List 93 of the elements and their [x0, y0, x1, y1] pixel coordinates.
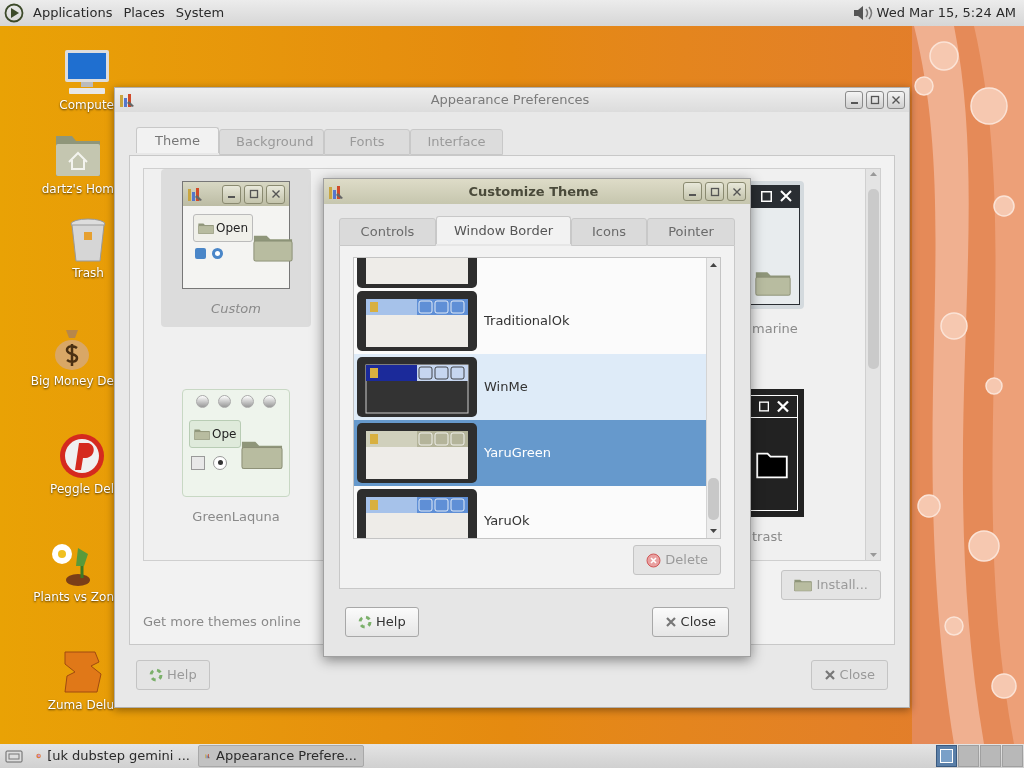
- maximize-icon: [759, 400, 770, 412]
- delete-icon: [646, 552, 662, 568]
- maximize-icon: [709, 186, 720, 197]
- logo-icon[interactable]: [4, 3, 24, 23]
- tab[interactable]: Interface: [410, 129, 503, 155]
- close-icon: [270, 189, 281, 199]
- lifebuoy-icon: [149, 668, 163, 682]
- theme-name: YaruOk: [484, 512, 530, 530]
- theme-name: trast: [751, 527, 783, 546]
- maximize-button[interactable]: [244, 184, 263, 204]
- close-button[interactable]: [266, 184, 285, 204]
- orb-button-icon: [195, 395, 209, 408]
- window-title: Appearance Preferences: [430, 91, 590, 110]
- orb-button-icon: [240, 395, 254, 408]
- lifebuoy-icon: [358, 615, 372, 629]
- themes-online-link[interactable]: Get more themes online: [143, 612, 301, 632]
- tab[interactable]: Theme: [136, 127, 219, 153]
- orb-button-icon: [263, 395, 277, 408]
- desktop-icon-label[interactable]: Zuma Delu: [47, 696, 114, 714]
- scroll-thumb[interactable]: [867, 189, 879, 369]
- maximize-button[interactable]: [705, 182, 724, 201]
- folder-small-icon: [194, 427, 210, 440]
- desktop-icon: [5, 748, 23, 764]
- close-icon: [777, 399, 789, 413]
- minimize-button[interactable]: [683, 182, 702, 201]
- tab[interactable]: Fonts: [324, 129, 410, 155]
- preview-button: Ope: [189, 419, 242, 448]
- theme-name: GreenLaquna: [192, 507, 280, 526]
- close-button[interactable]: [887, 91, 905, 109]
- close-button[interactable]: Close: [651, 607, 729, 637]
- tab[interactable]: Background: [219, 129, 324, 155]
- minimize-icon: [850, 102, 858, 104]
- maximize-button[interactable]: [866, 91, 884, 109]
- minimize-icon: [689, 193, 696, 196]
- theme-row[interactable]: TraditionalOk: [354, 288, 706, 354]
- window-title: Customize Theme: [468, 182, 599, 201]
- tab[interactable]: Controls: [339, 218, 436, 246]
- workspace[interactable]: [936, 745, 957, 767]
- close-icon: [664, 616, 677, 628]
- taskbar-button[interactable]: Appearance Prefere...: [198, 745, 364, 767]
- help-button[interactable]: Help: [345, 607, 419, 637]
- scroll-up-icon[interactable]: [709, 260, 718, 270]
- theme-name: WinMe: [484, 378, 528, 397]
- checkbox-icon: [191, 455, 205, 470]
- desktop-icon-label[interactable]: Compute: [59, 96, 114, 114]
- preview-button: Open: [193, 214, 254, 242]
- panel-menu[interactable]: Places: [121, 3, 167, 23]
- theme-row[interactable]: WinMe: [354, 354, 706, 420]
- checkbox-icon: [195, 248, 206, 259]
- desktop-icon-label[interactable]: Peggle Del: [50, 480, 114, 498]
- folder-small-icon: [198, 222, 214, 234]
- radio-icon: [212, 248, 223, 259]
- tab[interactable]: Icons: [571, 218, 647, 246]
- desktop-icon-label[interactable]: dartz's Hom: [41, 180, 114, 198]
- folder-icon: [755, 269, 791, 296]
- clock[interactable]: Wed Mar 15, 5:24 AM: [876, 3, 1016, 23]
- radio-icon: [213, 455, 227, 470]
- theme-row[interactable]: YaruGreen: [354, 420, 706, 486]
- theme-name: Custom: [211, 300, 261, 318]
- close-icon: [780, 190, 792, 202]
- minimize-icon: [228, 196, 235, 198]
- desktop-icon-label[interactable]: Trash: [72, 264, 104, 282]
- theme-row[interactable]: [354, 258, 706, 288]
- scroll-down-icon[interactable]: [709, 526, 718, 536]
- minimize-button[interactable]: [845, 91, 863, 109]
- theme-name: TraditionalOk: [484, 312, 570, 331]
- scroll-thumb[interactable]: [708, 478, 719, 520]
- orb-button-icon: [218, 395, 232, 408]
- panel-menu[interactable]: Applications: [31, 3, 115, 23]
- scrollbar[interactable]: [706, 258, 720, 538]
- maximize-icon: [248, 189, 259, 199]
- minimize-button[interactable]: [222, 184, 241, 204]
- app-icon: [187, 186, 203, 202]
- maximize-icon: [761, 190, 772, 202]
- close-icon: [823, 669, 836, 681]
- tab[interactable]: Pointer: [647, 218, 735, 246]
- close-icon: [731, 186, 742, 197]
- folder-small-icon: [794, 578, 813, 592]
- theme-row[interactable]: YaruOk: [354, 486, 706, 538]
- theme-name: marine: [751, 320, 798, 338]
- close-icon: [891, 95, 901, 105]
- tab[interactable]: Window Border: [436, 216, 571, 244]
- scrollbar[interactable]: [865, 169, 880, 560]
- desktop-icon-label[interactable]: Big Money De: [30, 372, 114, 390]
- close-button[interactable]: [727, 182, 746, 201]
- maximize-icon: [870, 95, 880, 105]
- theme-name: YaruGreen: [484, 444, 552, 463]
- panel-menu[interactable]: System: [173, 3, 227, 23]
- desktop-icon-label[interactable]: Plants vs Zon: [33, 588, 114, 606]
- app-icon: [119, 92, 135, 108]
- app-icon: [328, 183, 344, 200]
- theme-item[interactable]: Open Custom: [161, 169, 311, 327]
- taskbar-button[interactable]: [uk dubstep gemini ...: [30, 745, 196, 767]
